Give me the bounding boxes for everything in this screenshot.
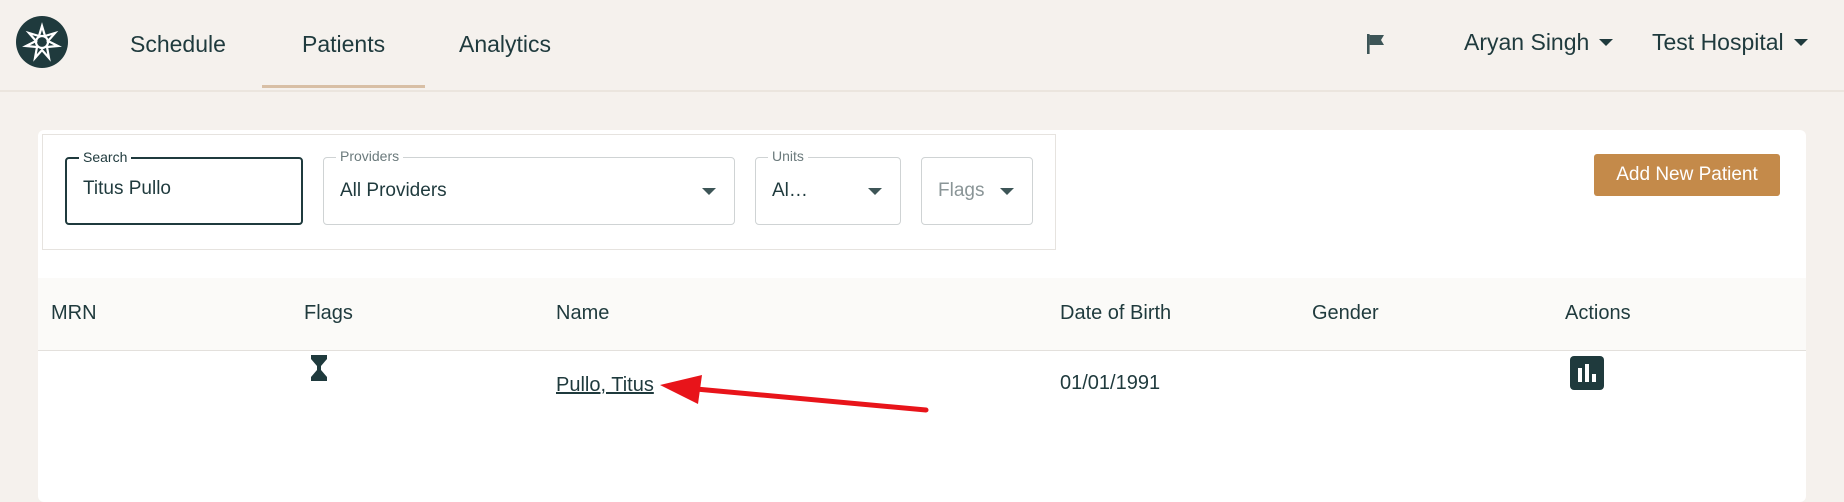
- flag-icon[interactable]: [1364, 32, 1388, 61]
- star-logo-icon[interactable]: [16, 16, 68, 68]
- chevron-down-icon: [1793, 38, 1808, 46]
- search-input[interactable]: [81, 177, 285, 201]
- chevron-down-icon: [868, 188, 882, 195]
- column-header-name[interactable]: Name: [556, 302, 609, 325]
- user-menu[interactable]: Aryan Singh: [1464, 0, 1614, 84]
- table-header: MRN Flags Name Date of Birth Gender Acti…: [38, 278, 1806, 351]
- hospital-name: Test Hospital: [1652, 28, 1784, 55]
- hospital-menu[interactable]: Test Hospital: [1652, 0, 1808, 84]
- add-new-patient-button[interactable]: Add New Patient: [1594, 154, 1780, 196]
- column-header-flags[interactable]: Flags: [304, 302, 353, 325]
- units-value: Al…: [772, 180, 808, 201]
- tab-analytics[interactable]: Analytics: [459, 0, 551, 88]
- patient-name-cell: Pullo, Titus: [556, 374, 654, 397]
- column-header-gender[interactable]: Gender: [1312, 302, 1379, 325]
- chevron-down-icon: [1000, 188, 1014, 195]
- tab-patients[interactable]: Patients: [261, 0, 426, 88]
- units-label: Units: [768, 148, 808, 164]
- user-name: Aryan Singh: [1464, 28, 1590, 55]
- patients-card: Search Providers All Providers Units Al……: [38, 130, 1806, 502]
- chevron-down-icon: [702, 188, 716, 195]
- flags-select[interactable]: Flags: [921, 157, 1033, 225]
- date-of-birth-cell: 01/01/1991: [1060, 372, 1161, 394]
- chevron-down-icon: [1599, 38, 1614, 46]
- tab-schedule[interactable]: Schedule: [130, 0, 226, 88]
- patient-name-link[interactable]: Pullo, Titus: [556, 374, 654, 396]
- search-label: Search: [79, 149, 132, 165]
- analytics-chart-icon[interactable]: [1570, 356, 1604, 390]
- hourglass-icon: [310, 354, 328, 388]
- providers-label: Providers: [336, 148, 404, 164]
- column-header-actions[interactable]: Actions: [1565, 302, 1631, 325]
- providers-value: All Providers: [340, 180, 447, 201]
- column-header-mrn[interactable]: MRN: [51, 302, 97, 325]
- top-nav-bar: Schedule Patients Analytics Aryan Singh …: [0, 0, 1844, 92]
- filter-panel: Search Providers All Providers Units Al……: [42, 134, 1056, 250]
- search-field[interactable]: Search: [65, 149, 303, 225]
- providers-select[interactable]: Providers All Providers: [323, 148, 735, 225]
- flags-placeholder: Flags: [938, 180, 985, 201]
- units-select[interactable]: Units Al…: [755, 148, 901, 225]
- column-header-date-of-birth[interactable]: Date of Birth: [1060, 302, 1171, 325]
